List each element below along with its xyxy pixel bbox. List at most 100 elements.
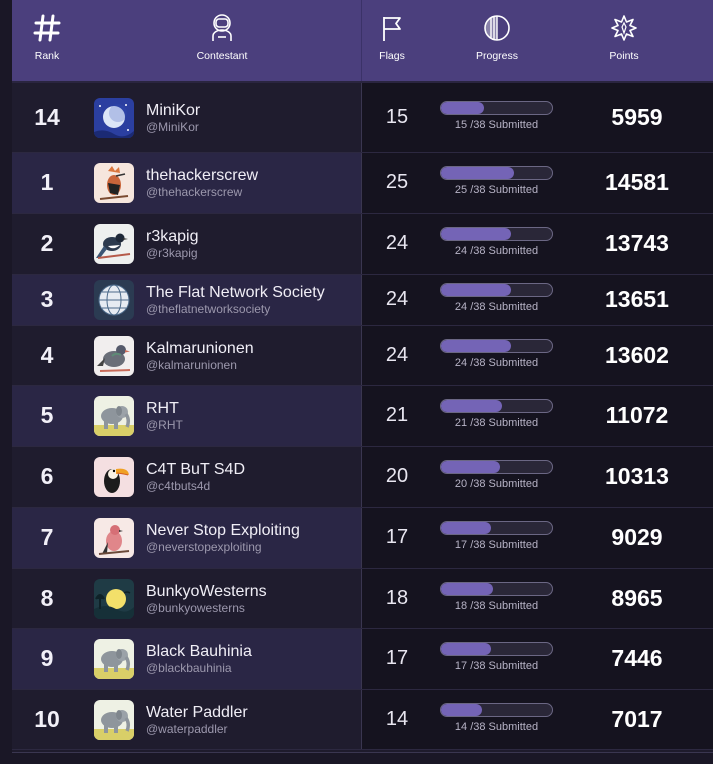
- flags-label: Flags: [379, 50, 405, 62]
- contestant-column-header[interactable]: Contestant: [172, 0, 272, 81]
- leaderboard-row[interactable]: 3 The Flat Network Society @theflatnetwork…: [12, 275, 713, 326]
- magpie-bird-avatar[interactable]: [94, 224, 134, 264]
- flags-value: 21: [385, 404, 409, 426]
- leaderboard-row[interactable]: 5 RHT @RHT 21 21 /38 Submitted 11072: [12, 386, 713, 447]
- rank-value: 2: [40, 230, 54, 256]
- team-handle: @RHT: [146, 418, 183, 432]
- flags-value: 24: [385, 288, 409, 310]
- progress-bar: [440, 521, 553, 535]
- progress-text: 25 /38 Submitted: [454, 184, 539, 196]
- team-name[interactable]: RHT: [146, 400, 179, 418]
- team-name[interactable]: Water Paddler: [146, 704, 248, 722]
- progress-bar: [440, 283, 553, 297]
- leaderboard-row[interactable]: 8 BunkyoWesterns @bunkyowesterns 18 18 /38 S…: [12, 569, 713, 629]
- team-handle: @waterpaddler: [146, 721, 228, 736]
- progress-fill: [441, 703, 483, 716]
- team-handle: @bunkyowesterns: [146, 600, 245, 615]
- points-value: 7017: [611, 705, 663, 732]
- globe-avatar[interactable]: [94, 280, 134, 320]
- team-name[interactable]: Black Bauhinia: [146, 643, 252, 661]
- progress-text: 17 /38 Submitted: [454, 539, 539, 551]
- points-column-header[interactable]: Points: [592, 0, 656, 81]
- progress-bar: [440, 642, 553, 656]
- leaderboard-row[interactable]: 6 C4T BuT S4D @c4tbuts4d 20 20 /38 Submitted…: [12, 447, 713, 508]
- progress-circle-icon: [482, 12, 512, 44]
- leaderboard-row[interactable]: 10 Water Paddler @waterpaddler 14 14 /38 Sub…: [12, 690, 713, 750]
- flags-value: 25: [385, 171, 409, 193]
- progress-text: 24 /38 Submitted: [454, 245, 539, 257]
- leaderboard-row[interactable]: 14 MiniKor @MiniKor 15 15 /38 Submitted 5959: [12, 83, 713, 153]
- rank-value: 8: [40, 584, 54, 611]
- moon-night-avatar[interactable]: [94, 97, 134, 138]
- points-value: 8965: [611, 584, 663, 611]
- toucan-avatar[interactable]: [94, 457, 134, 497]
- leaderboard-row[interactable]: 4 Kalmarunionen @kalmarunionen 24 24 /38 Sub…: [12, 326, 713, 386]
- elephant-avatar[interactable]: [94, 699, 134, 740]
- rank-value: 14: [34, 103, 60, 130]
- flags-value: 17: [385, 647, 409, 669]
- elephant-avatar[interactable]: [94, 396, 134, 436]
- team-name[interactable]: MiniKor: [146, 102, 200, 120]
- team-name[interactable]: C4T BuT S4D: [146, 461, 245, 479]
- rank-value: 5: [40, 402, 54, 428]
- rank-column-header[interactable]: Rank: [12, 0, 82, 81]
- points-value: 10313: [605, 463, 669, 489]
- rank-value: 9: [40, 645, 54, 671]
- sunset-tree-avatar[interactable]: [94, 578, 134, 619]
- progress-fill: [441, 461, 500, 473]
- flags-value: 24: [385, 343, 409, 366]
- team-name[interactable]: BunkyoWesterns: [146, 583, 267, 601]
- progress-text: 17 /38 Submitted: [454, 660, 539, 672]
- team-name[interactable]: r3kapig: [146, 228, 198, 246]
- points-value: 11072: [605, 402, 669, 428]
- progress-text: 18 /38 Submitted: [454, 599, 539, 612]
- progress-fill: [441, 228, 511, 240]
- progress-bar: [440, 460, 553, 474]
- team-handle: @thehackerscrew: [146, 185, 243, 199]
- flags-value: 18: [385, 586, 409, 609]
- progress-bar: [440, 581, 553, 596]
- points-value: 9029: [611, 524, 663, 550]
- contestant-label: Contestant: [196, 50, 248, 62]
- progress-fill: [441, 582, 494, 595]
- leaderboard-row[interactable]: 9 Black Bauhinia @blackbauhinia 17 17 /38 Su…: [12, 629, 713, 690]
- progress-column-header[interactable]: Progress: [457, 0, 537, 81]
- team-handle: @c4tbuts4d: [146, 479, 211, 493]
- leaderboard-row[interactable]: 7 Never Stop Exploiting @neverstopexploiti…: [12, 508, 713, 569]
- team-name[interactable]: Never Stop Exploiting: [146, 522, 300, 540]
- team-name[interactable]: The Flat Network Society: [146, 284, 325, 302]
- flags-column-header[interactable]: Flags: [362, 0, 422, 81]
- elephant-avatar[interactable]: [94, 639, 134, 679]
- points-value: 13743: [605, 230, 669, 256]
- points-value: 14581: [605, 169, 669, 195]
- progress-fill: [441, 522, 491, 534]
- progress-bar: [440, 100, 553, 115]
- rank-value: 1: [40, 169, 54, 195]
- flags-value: 20: [385, 465, 409, 487]
- team-handle: @neverstopexploiting: [146, 540, 262, 554]
- rank-value: 3: [40, 286, 54, 312]
- hoopoe-bird-avatar[interactable]: [94, 163, 134, 203]
- leaderboard-row[interactable]: 1 thehackerscrew @thehackerscrew 25 25 /38 S…: [12, 153, 713, 214]
- progress-bar: [440, 338, 553, 353]
- pink-bird-avatar[interactable]: [94, 518, 134, 558]
- rank-value: 4: [40, 341, 54, 368]
- leaderboard-row[interactable]: 2 r3kapig @r3kapig 24 24 /38 Submitted 13743: [12, 214, 713, 275]
- team-name[interactable]: thehackerscrew: [146, 167, 258, 185]
- pigeon-avatar[interactable]: [94, 335, 134, 376]
- flags-value: 24: [385, 232, 409, 254]
- progress-fill: [441, 101, 485, 114]
- flags-value: 14: [385, 707, 409, 730]
- flag-icon: [380, 12, 404, 44]
- rank-label: Rank: [34, 50, 60, 62]
- rank-value: 7: [40, 524, 54, 550]
- team-name[interactable]: Kalmarunionen: [146, 340, 254, 358]
- progress-bar: [440, 702, 553, 717]
- points-value: 7446: [611, 645, 663, 671]
- team-handle: @blackbauhinia: [146, 661, 232, 675]
- team-handle: @kalmarunionen: [146, 357, 237, 372]
- flags-value: 15: [385, 105, 409, 128]
- team-handle: @r3kapig: [146, 246, 198, 260]
- progress-text: 20 /38 Submitted: [454, 478, 539, 490]
- scoreboard: Rank Contestant Flags Progress Points 14…: [12, 0, 713, 753]
